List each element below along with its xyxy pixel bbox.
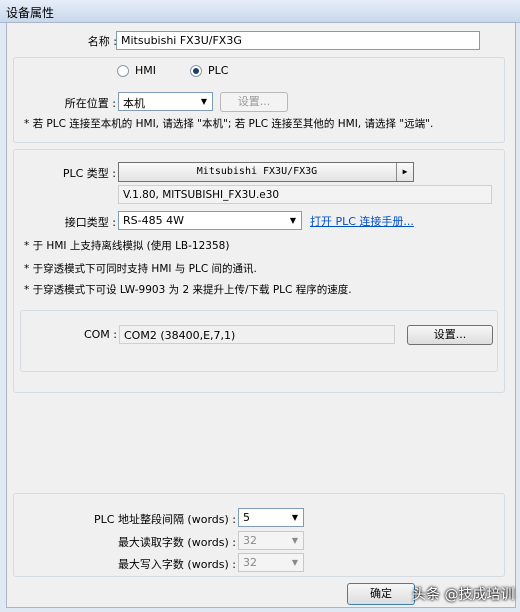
interface-select[interactable]: RS-485 4W ▼ (118, 211, 302, 230)
chevron-down-icon: ▼ (200, 97, 208, 106)
dialog-body: 名称 : Mitsubishi FX3U/FX3G HMI PLC 所在位置 :… (6, 22, 516, 608)
chevron-down-icon: ▼ (289, 216, 297, 225)
name-field[interactable]: Mitsubishi FX3U/FX3G (116, 31, 480, 50)
com-settings-value: COM2 (38400,E,7,1) (119, 325, 395, 344)
chevron-down-icon: ▼ (291, 558, 299, 567)
max-write-value: 32 (243, 556, 257, 569)
com-group: COM : COM2 (38400,E,7,1) 设置... (20, 310, 498, 372)
interval-select[interactable]: 5 ▼ (238, 508, 304, 527)
interval-label: PLC 地址整段间隔 (words) : (94, 513, 236, 526)
max-read-value: 32 (243, 534, 257, 547)
max-read-select[interactable]: 32 ▼ (238, 531, 304, 550)
interface-value: RS-485 4W (123, 214, 184, 227)
plc-type-value: Mitsubishi FX3U/FX3G (196, 166, 318, 177)
interface-label: 接口类型 : (64, 216, 116, 229)
name-label: 名称 : (87, 35, 117, 48)
plc-settings-group: PLC 类型 : Mitsubishi FX3U/FX3G ▶ V.1.80, … (13, 149, 505, 393)
chevron-down-icon: ▼ (291, 513, 299, 522)
plc-radio[interactable] (190, 65, 202, 77)
plc-note-offline: * 于 HMI 上支持离线模拟 (使用 LB-12358) (24, 240, 230, 252)
max-write-select[interactable]: 32 ▼ (238, 553, 304, 572)
ok-button[interactable]: 确定 (347, 583, 415, 605)
plc-manual-link[interactable]: 打开 PLC 连接手册... (310, 213, 414, 229)
location-label: 所在位置 : (64, 97, 116, 110)
device-properties-window: 设备属性 名称 : Mitsubishi FX3U/FX3G HMI PLC 所… (0, 0, 520, 612)
hmi-radio-label: HMI (135, 64, 157, 77)
address-settings-group: PLC 地址整段间隔 (words) : 5 ▼ 最大读取字数 (words) … (13, 493, 505, 577)
triangle-right-icon: ▶ (396, 163, 413, 181)
chevron-down-icon: ▼ (291, 536, 299, 545)
plc-note-speed: * 于穿透模式下可设 LW-9903 为 2 来提升上传/下载 PLC 程序的速… (24, 284, 352, 296)
plc-radio-label: PLC (208, 64, 229, 77)
plc-type-label: PLC 类型 : (62, 167, 116, 180)
plc-version: V.1.80, MITSUBISHI_FX3U.e30 (118, 185, 492, 204)
plc-note-passthrough: * 于穿透模式下可同时支持 HMI 与 PLC 间的通讯. (24, 263, 257, 275)
location-value: 本机 (123, 97, 145, 110)
com-label: COM : (83, 328, 117, 341)
hmi-radio[interactable] (117, 65, 129, 77)
location-note: * 若 PLC 连接至本机的 HMI, 请选择 "本机"; 若 PLC 连接至其… (24, 118, 434, 130)
max-read-label: 最大读取字数 (words) : (117, 536, 236, 549)
max-write-label: 最大写入字数 (words) : (117, 558, 236, 571)
device-location-group: HMI PLC 所在位置 : 本机 ▼ 设置... * 若 PLC 连接至本机的… (13, 57, 505, 143)
watermark-text: 头条 @技成培训 (412, 587, 515, 603)
location-settings-button[interactable]: 设置... (220, 92, 288, 112)
window-title: 设备属性 (6, 6, 55, 20)
title-bar: 设备属性 (0, 0, 520, 23)
location-select[interactable]: 本机 ▼ (118, 92, 213, 111)
com-settings-button[interactable]: 设置... (407, 325, 493, 345)
interval-value: 5 (243, 511, 250, 524)
plc-type-selector[interactable]: Mitsubishi FX3U/FX3G ▶ (118, 162, 414, 182)
